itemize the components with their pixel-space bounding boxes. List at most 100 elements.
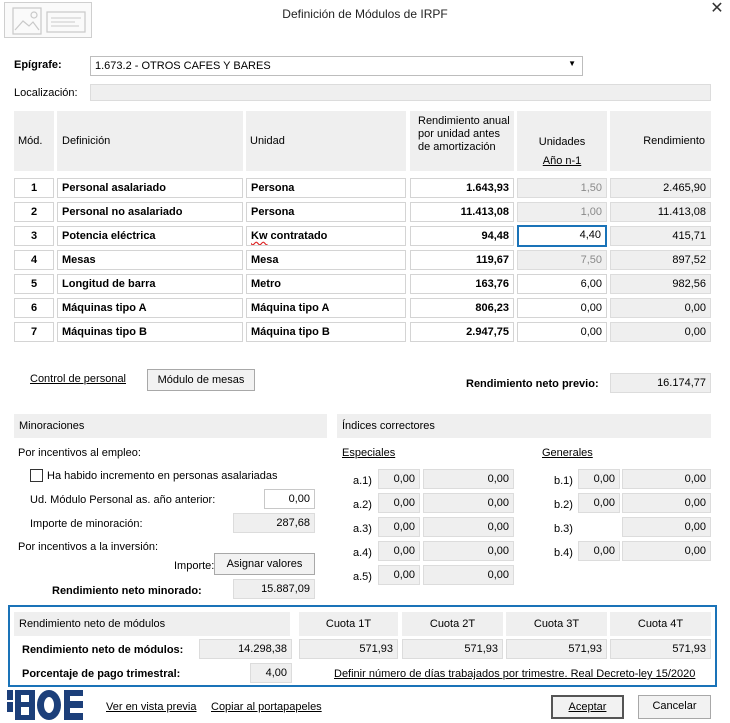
localizacion-label: Localización:	[14, 87, 78, 99]
especial-label: a.1)	[353, 475, 372, 487]
row-rend-unidad: 2.947,75	[410, 322, 514, 342]
general-v2: 0,00	[622, 469, 711, 489]
row-unidad: Máquina tipo A	[246, 298, 406, 318]
rend-neto-previo-value: 16.174,77	[610, 373, 711, 393]
row-rend-unidad: 11.413,08	[410, 202, 514, 222]
close-icon[interactable]: ✕	[705, 0, 729, 20]
importe-minoracion-label: Importe de minoración:	[30, 518, 143, 530]
row-mod: 4	[14, 250, 54, 270]
especial-v2: 0,00	[423, 517, 514, 537]
especial-v2: 0,00	[423, 493, 514, 513]
ud-modulo-label: Ud. Módulo Personal as. año anterior:	[30, 494, 216, 506]
row-rend-unidad: 119,67	[410, 250, 514, 270]
row-definicion: Máquinas tipo B	[57, 322, 243, 342]
incremento-checkbox-label: Ha habido incremento en personas asalari…	[47, 470, 278, 482]
chevron-down-icon[interactable]: ▼	[568, 59, 576, 68]
incremento-checkbox[interactable]	[30, 469, 43, 482]
cuota-header: Cuota 4T	[610, 612, 711, 636]
copiar-link[interactable]: Copiar al portapapeles	[211, 701, 322, 713]
rend-neto-previo-label: Rendimiento neto previo:	[466, 378, 599, 390]
cuota-value: 571,93	[506, 639, 607, 659]
row-unidades-input[interactable]: 4,40	[517, 225, 607, 247]
boe-logo	[7, 688, 83, 723]
general-v1: 0,00	[578, 541, 620, 561]
header-mod: Mód.	[14, 111, 54, 171]
row-rend-unidad: 1.643,93	[410, 178, 514, 198]
row-mod: 1	[14, 178, 54, 198]
row-unidades: 7,50	[517, 250, 607, 270]
importe-minoracion-value: 287,68	[233, 513, 315, 533]
kw-word: Kw	[251, 230, 268, 242]
cuota-value: 571,93	[299, 639, 398, 659]
definir-dias-link[interactable]: Definir número de días trabajados por tr…	[334, 668, 695, 680]
rend-minorado-label: Rendimiento neto minorado:	[52, 585, 202, 597]
row-unidades-input[interactable]: 0,00	[517, 322, 607, 342]
cuota-value: 571,93	[402, 639, 503, 659]
localizacion-field	[90, 84, 711, 101]
epigrafe-value: 1.673.2 - OTROS CAFES Y BARES	[95, 60, 271, 72]
row-mod: 5	[14, 274, 54, 294]
aceptar-button[interactable]: Aceptar	[551, 695, 624, 719]
especial-v2: 0,00	[423, 565, 514, 585]
especial-label: a.3)	[353, 523, 372, 535]
vista-previa-link[interactable]: Ver en vista previa	[106, 701, 197, 713]
row-mod: 7	[14, 322, 54, 342]
epigrafe-label: Epígrafe:	[14, 59, 62, 71]
rend-minorado-value: 15.887,09	[233, 579, 315, 599]
especial-v1: 0,00	[378, 517, 420, 537]
generales-title: Generales	[542, 447, 593, 459]
cancelar-button[interactable]: Cancelar	[638, 695, 711, 719]
control-personal-link[interactable]: Control de personal	[30, 373, 126, 385]
especial-v1: 0,00	[378, 565, 420, 585]
row-unidades-input[interactable]: 0,00	[517, 298, 607, 318]
epigrafe-select[interactable]: 1.673.2 - OTROS CAFES Y BARES ▼	[90, 56, 583, 76]
cuota-header: Cuota 1T	[299, 612, 398, 636]
row-unidades: 1,00	[517, 202, 607, 222]
header-anio-link[interactable]: Año n-1	[517, 155, 607, 167]
cuota-header: Cuota 3T	[506, 612, 607, 636]
general-v2: 0,00	[622, 541, 711, 561]
row-unidad: Mesa	[246, 250, 406, 270]
cuota-header: Cuota 2T	[402, 612, 503, 636]
row-definicion: Máquinas tipo A	[57, 298, 243, 318]
porcentaje-value: 4,00	[250, 663, 292, 683]
porcentaje-label: Porcentaje de pago trimestral:	[22, 668, 181, 680]
row-rendimiento: 0,00	[610, 322, 711, 342]
general-v2: 0,00	[622, 517, 711, 537]
indices-header: Índices correctores	[337, 414, 711, 438]
row-definicion: Longitud de barra	[57, 274, 243, 294]
general-label: b.3)	[554, 523, 573, 535]
especiales-title: Especiales	[342, 447, 396, 459]
ud-modulo-input[interactable]: 0,00	[264, 489, 315, 509]
row-mod: 3	[14, 226, 54, 246]
header-unidades: Unidades Año n-1	[517, 111, 607, 171]
especial-v2: 0,00	[423, 469, 514, 489]
general-label: b.4)	[554, 547, 573, 559]
header-unidades-label: Unidades	[538, 136, 586, 148]
row-rend-unidad: 163,76	[410, 274, 514, 294]
header-rendimiento-unidad: Rendimiento anual por unidad antes de am…	[410, 111, 514, 171]
general-v1: 0,00	[578, 469, 620, 489]
row-definicion: Mesas	[57, 250, 243, 270]
row-rendimiento: 0,00	[610, 298, 711, 318]
rend-modulos-label: Rendimiento neto de módulos:	[22, 644, 184, 656]
cuota-value: 571,93	[610, 639, 711, 659]
asignar-valores-button[interactable]: Asignar valores	[214, 553, 315, 575]
dialog-title: Definición de Módulos de IRPF	[282, 7, 448, 21]
row-definicion: Personal asalariado	[57, 178, 243, 198]
row-unidad: Persona	[246, 202, 406, 222]
incentivos-empleo-label: Por incentivos al empleo:	[18, 447, 141, 459]
general-v2: 0,00	[622, 493, 711, 513]
row-rendimiento: 2.465,90	[610, 178, 711, 198]
modulo-mesas-button[interactable]: Módulo de mesas	[147, 369, 255, 391]
row-rendimiento: 897,52	[610, 250, 711, 270]
especial-v2: 0,00	[423, 541, 514, 561]
especial-v1: 0,00	[378, 469, 420, 489]
row-unidades: 1,50	[517, 178, 607, 198]
row-rendimiento: 11.413,08	[610, 202, 711, 222]
incentivos-inversion-label: Por incentivos a la inversión:	[18, 541, 159, 553]
row-unidad: Metro	[246, 274, 406, 294]
row-mod: 6	[14, 298, 54, 318]
row-unidades-input[interactable]: 6,00	[517, 274, 607, 294]
row-definicion: Personal no asalariado	[57, 202, 243, 222]
